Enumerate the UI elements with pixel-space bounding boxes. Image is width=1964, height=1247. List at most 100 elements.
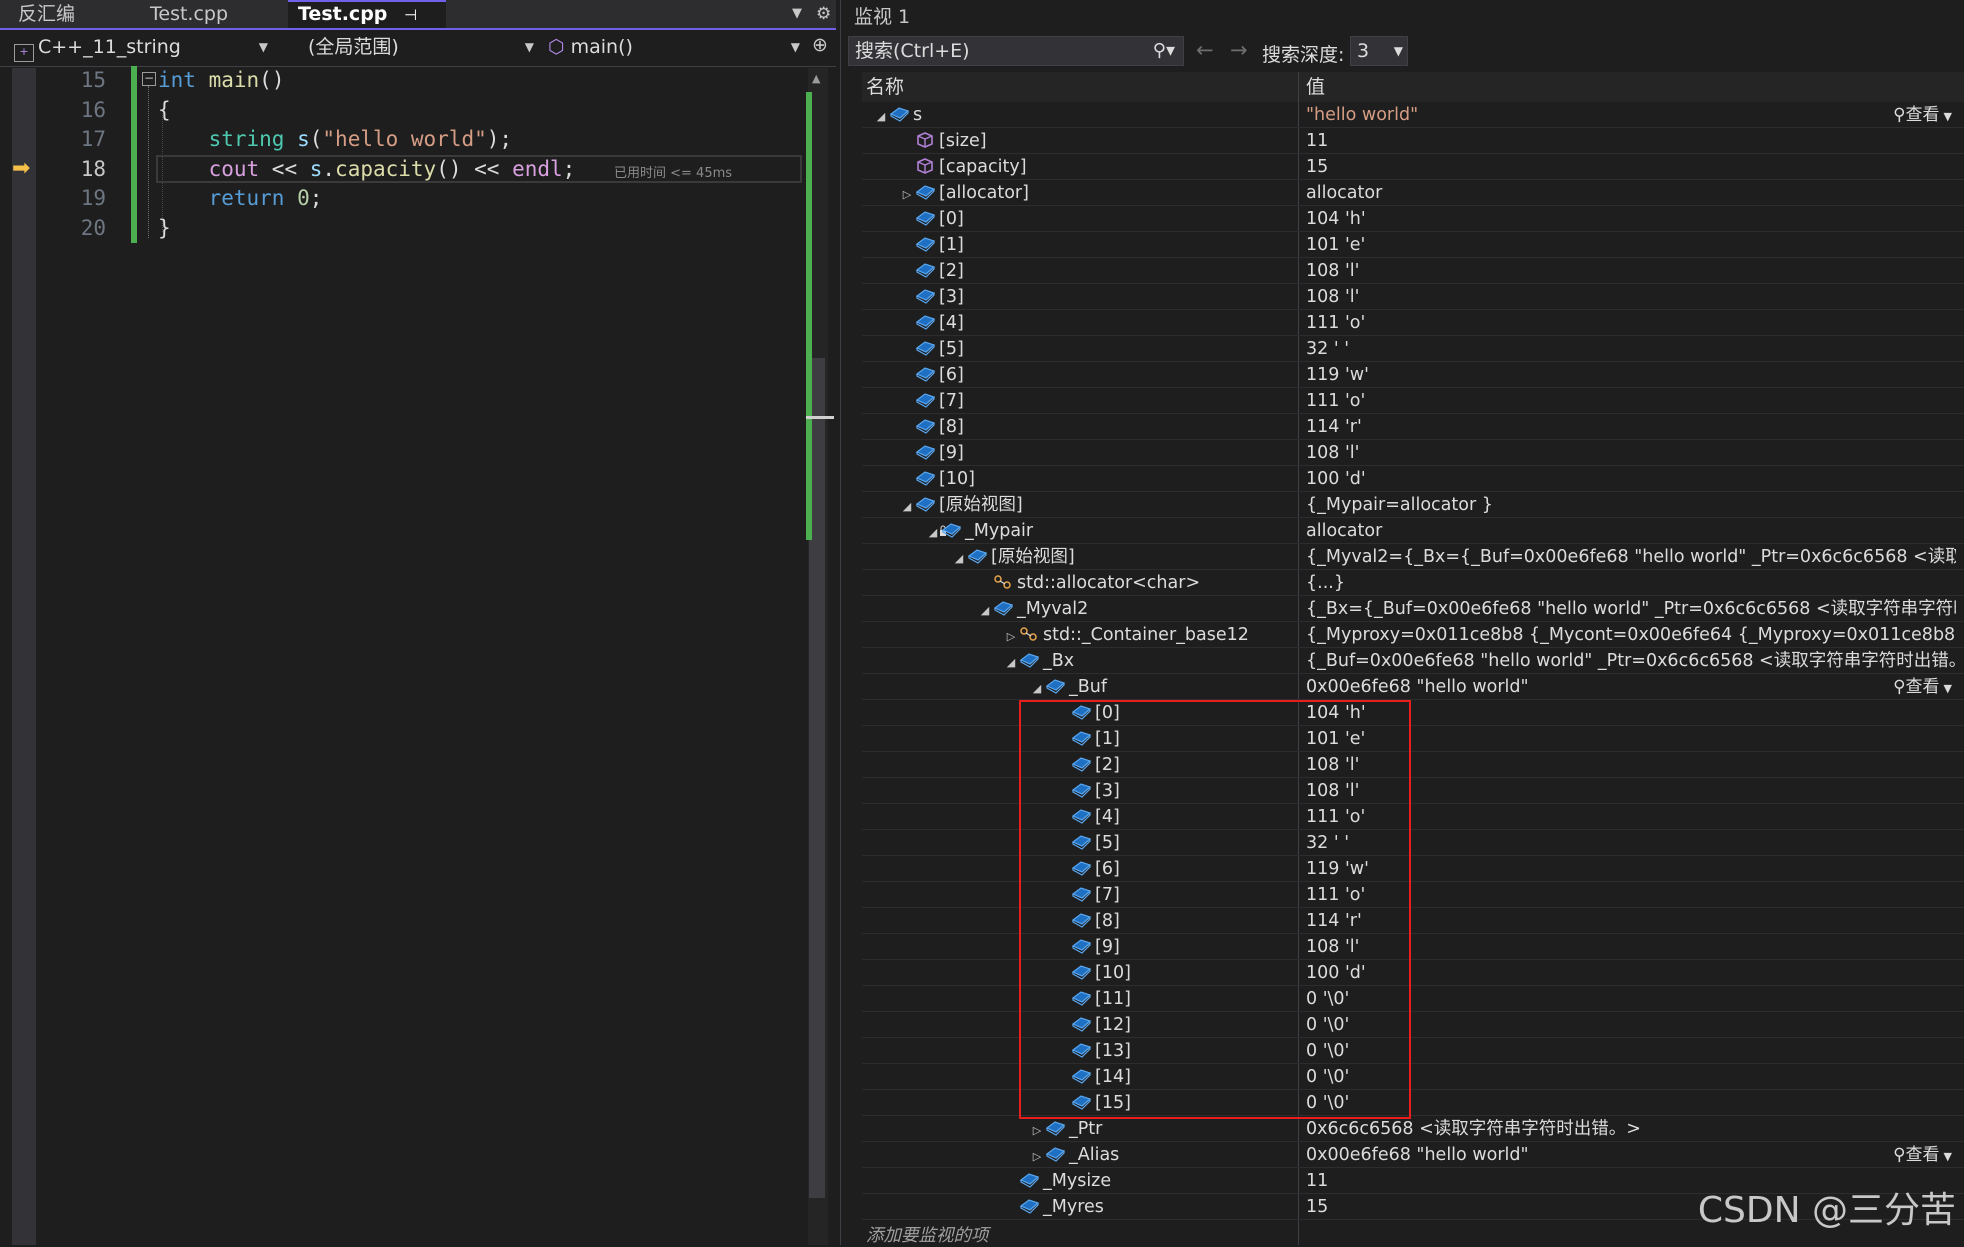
watch-row-value[interactable]: 15 (1306, 154, 1956, 180)
watch-row[interactable]: [14] 0 '\0' (862, 1064, 1964, 1090)
watch-row-value[interactable]: 101 'e' (1306, 726, 1956, 752)
watch-row[interactable]: [2] 108 'l' (862, 752, 1964, 778)
watch-row-value[interactable]: 0 '\0' (1306, 1038, 1956, 1064)
search-icon[interactable]: ⚲▾ (1153, 37, 1175, 65)
watch-row[interactable]: [2] 108 'l' (862, 258, 1964, 284)
watch-row-value[interactable]: 0 '\0' (1306, 986, 1956, 1012)
search-forward-icon[interactable]: → (1230, 38, 1248, 62)
expand-triangle-icon[interactable]: ▷ (1004, 624, 1018, 648)
watch-row[interactable]: ▷ std::_Container_base12 {_Myproxy=0x011ce… (862, 622, 1964, 648)
watch-row-value[interactable]: 114 'r' (1306, 908, 1956, 934)
watch-row-value[interactable]: 108 'l' (1306, 258, 1956, 284)
watch-row[interactable]: [4] 111 'o' (862, 804, 1964, 830)
watch-row-value[interactable]: 100 'd' (1306, 466, 1956, 492)
watch-row[interactable]: [9] 108 'l' (862, 934, 1964, 960)
split-editor-icon[interactable]: ⊕ (812, 34, 828, 56)
watch-row-value[interactable]: 0 '\0' (1306, 1090, 1956, 1116)
watch-row-value[interactable]: {_Mypair=allocator } (1306, 492, 1956, 518)
function-dropdown[interactable]: ⬡ main() ▼ (548, 33, 804, 61)
text-visualizer-button[interactable]: ⚲查看 ▼ (1893, 674, 1952, 700)
watch-row[interactable]: [9] 108 'l' (862, 440, 1964, 466)
watch-row-value[interactable]: 32 ' ' (1306, 336, 1956, 362)
tab-disassembly[interactable]: 反汇编 (8, 0, 85, 28)
column-header-value[interactable]: 值 (1300, 72, 1964, 102)
watch-row[interactable]: ▷ _Alias 0x00e6fe68 "hello world" ⚲查看 ▼ (862, 1142, 1964, 1168)
editor-vertical-scrollbar[interactable]: ▲ (806, 68, 834, 1245)
watch-row[interactable]: ◢ s "hello world" ⚲查看 ▼ (862, 102, 1964, 128)
watch-row[interactable]: ◢ _Buf 0x00e6fe68 "hello world" ⚲查看 ▼ (862, 674, 1964, 700)
code-line-17[interactable]: string s("hello world"); (158, 125, 513, 155)
watch-search-input[interactable]: 搜索(Ctrl+E) ⚲▾ (848, 36, 1184, 66)
watch-row-value[interactable]: {_Myproxy=0x011ce8b8 {_Mycont=0x00e6fe64… (1306, 622, 1956, 648)
watch-row-value[interactable]: 111 'o' (1306, 882, 1956, 908)
watch-row[interactable]: [1] 101 'e' (862, 232, 1964, 258)
text-visualizer-button[interactable]: ⚲查看 ▼ (1893, 102, 1952, 128)
tab-test-cpp-active[interactable]: Test.cpp ⊣ ✕ (288, 0, 446, 50)
column-header-name[interactable]: 名称 (862, 72, 1302, 102)
watch-row[interactable]: ▷ [allocator] allocator (862, 180, 1964, 206)
watch-row[interactable]: [capacity] 15 (862, 154, 1964, 180)
scroll-up-icon[interactable]: ▲ (812, 72, 820, 85)
watch-row-value[interactable]: {_Buf=0x00e6fe68 "hello world" _Ptr=0x6c… (1306, 648, 1956, 674)
watch-row[interactable]: [0] 104 'h' (862, 700, 1964, 726)
watch-row[interactable]: std::allocator<char> {...} (862, 570, 1964, 596)
add-watch-item[interactable]: 添加要监视的项 (866, 1222, 989, 1247)
watch-row-value[interactable]: 104 'h' (1306, 206, 1956, 232)
code-line-18[interactable]: cout << s.capacity() << endl; (158, 155, 576, 185)
collapse-triangle-icon[interactable]: ◢ (1030, 676, 1044, 700)
code-line-16[interactable]: { (158, 96, 171, 126)
watch-row[interactable]: ◢ _Myval2 {_Bx={_Buf=0x00e6fe68 "hello wor… (862, 596, 1964, 622)
watch-row-value[interactable]: 104 'h' (1306, 700, 1956, 726)
collapse-triangle-icon[interactable]: ◢ (978, 598, 992, 622)
watch-row[interactable]: [10] 100 'd' (862, 466, 1964, 492)
watch-row[interactable]: ◢ [原始视图] {_Mypair=allocator } (862, 492, 1964, 518)
watch-row[interactable]: [10] 100 'd' (862, 960, 1964, 986)
watch-row-value[interactable]: {_Myval2={_Bx={_Buf=0x00e6fe68 "hello wo… (1306, 544, 1956, 570)
search-depth-dropdown[interactable]: 3 ▼ (1350, 36, 1408, 66)
collapse-triangle-icon[interactable]: ◢ (952, 546, 966, 570)
watch-row[interactable]: [7] 111 'o' (862, 882, 1964, 908)
watch-row-value[interactable]: 114 'r' (1306, 414, 1956, 440)
pin-icon[interactable]: ⊣ (404, 6, 417, 24)
watch-row[interactable]: [1] 101 'e' (862, 726, 1964, 752)
watch-row-value[interactable]: {...} (1306, 570, 1956, 596)
watch-row-value[interactable]: 111 'o' (1306, 804, 1956, 830)
watch-row[interactable]: [0] 104 'h' (862, 206, 1964, 232)
perf-tip[interactable]: 已用时间 <= 45ms (614, 162, 732, 181)
collapse-triangle-icon[interactable]: ◢ (926, 520, 940, 544)
tab-overflow-dropdown-icon[interactable]: ▼ (792, 0, 802, 28)
watch-row-value[interactable]: 108 'l' (1306, 284, 1956, 310)
watch-row-value[interactable]: 0x00e6fe68 "hello world" (1306, 674, 1956, 700)
watch-row-value[interactable]: 101 'e' (1306, 232, 1956, 258)
watch-row-value[interactable]: 108 'l' (1306, 440, 1956, 466)
scope-dropdown[interactable]: (全局范围) ▼ (288, 33, 538, 61)
watch-row[interactable]: [15] 0 '\0' (862, 1090, 1964, 1116)
watch-row[interactable]: [3] 108 'l' (862, 778, 1964, 804)
watch-row-value[interactable]: 108 'l' (1306, 752, 1956, 778)
watch-row[interactable]: ◢ [原始视图] {_Myval2={_Bx={_Buf=0x00e6fe68 "h… (862, 544, 1964, 570)
collapse-triangle-icon[interactable]: ◢ (1004, 650, 1018, 674)
expand-triangle-icon[interactable]: ▷ (1030, 1144, 1044, 1168)
watch-row[interactable]: ▷ _Ptr 0x6c6c6568 <读取字符串字符时出错。> (862, 1116, 1964, 1142)
watch-row[interactable]: [size] 11 (862, 128, 1964, 154)
collapse-triangle-icon[interactable]: ◢ (874, 104, 888, 128)
watch-row-value[interactable]: 32 ' ' (1306, 830, 1956, 856)
watch-row[interactable]: [3] 108 'l' (862, 284, 1964, 310)
watch-row-value[interactable]: 108 'l' (1306, 778, 1956, 804)
watch-row[interactable]: ◢ _Bx {_Buf=0x00e6fe68 "hello world" _Ptr=… (862, 648, 1964, 674)
gear-icon[interactable]: ⚙ (816, 0, 831, 28)
watch-row-value[interactable]: 100 'd' (1306, 960, 1956, 986)
watch-row-value[interactable]: "hello world" (1306, 102, 1956, 128)
watch-row-value[interactable]: 108 'l' (1306, 934, 1956, 960)
watch-row-value[interactable]: 111 'o' (1306, 388, 1956, 414)
watch-row-value[interactable]: 0x6c6c6568 <读取字符串字符时出错。> (1306, 1116, 1956, 1142)
watch-row[interactable]: [6] 119 'w' (862, 362, 1964, 388)
watch-row[interactable]: [8] 114 'r' (862, 414, 1964, 440)
watch-row[interactable]: [5] 32 ' ' (862, 336, 1964, 362)
watch-row-value[interactable]: 11 (1306, 128, 1956, 154)
glyph-margin[interactable] (12, 68, 36, 1245)
expand-triangle-icon[interactable]: ▷ (1030, 1118, 1044, 1142)
search-back-icon[interactable]: ← (1196, 38, 1214, 62)
watch-row-value[interactable]: 111 'o' (1306, 310, 1956, 336)
watch-row[interactable]: [5] 32 ' ' (862, 830, 1964, 856)
